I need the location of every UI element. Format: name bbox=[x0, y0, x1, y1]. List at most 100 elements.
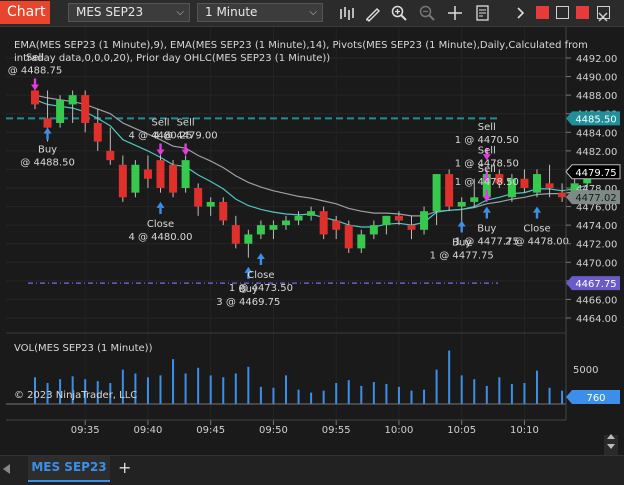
add-tab-button[interactable]: + bbox=[118, 458, 131, 477]
volume-bar bbox=[159, 375, 162, 404]
volume-bar bbox=[536, 370, 538, 404]
price-chart[interactable]: Buy @ 4488.50 Close 4 @ 4480.00 Buy 3 @ 4469.… bbox=[0, 27, 624, 484]
candle-body bbox=[307, 211, 316, 216]
candle-body bbox=[382, 215, 391, 226]
minimize-button[interactable] bbox=[536, 6, 549, 19]
time-tick-label: 09:45 bbox=[196, 425, 225, 436]
candle-body bbox=[319, 211, 328, 235]
instrument-selector[interactable]: MES SEP23 ⌵ bbox=[68, 3, 190, 22]
tab-scroll-left-icon[interactable] bbox=[0, 456, 14, 482]
interval-selector[interactable]: 1 Minute ⌵ bbox=[197, 3, 323, 22]
chevron-down-icon: ⌵ bbox=[309, 7, 317, 18]
time-tick-label: 10:10 bbox=[510, 425, 539, 436]
badge-label: 4485.50 bbox=[575, 114, 616, 125]
sell-label: 4 @ 4479.00 bbox=[154, 131, 218, 142]
time-tick-label: 10:00 bbox=[385, 425, 414, 436]
volume-bar bbox=[297, 389, 300, 404]
price-tick-label: 4476.00 bbox=[576, 203, 617, 214]
time-tick-label: 09:55 bbox=[322, 425, 351, 436]
crosshair-icon[interactable] bbox=[446, 4, 464, 22]
badge-label: 4479.75 bbox=[575, 168, 616, 179]
buy-label: Close bbox=[147, 219, 174, 230]
candle bbox=[181, 155, 190, 193]
price-tick-label: 4482.00 bbox=[576, 147, 617, 158]
price-tick-label: 4492.00 bbox=[576, 54, 617, 65]
volume-bar bbox=[172, 359, 175, 404]
price-tick-label: 4474.00 bbox=[576, 221, 617, 232]
candle-body bbox=[118, 164, 127, 198]
buy-label: 2 @ 4478.00 bbox=[505, 237, 569, 248]
candle-body bbox=[219, 201, 228, 221]
candle-body bbox=[420, 211, 429, 230]
restore-button[interactable] bbox=[556, 6, 569, 19]
instrument-value: MES SEP23 bbox=[76, 5, 144, 19]
properties-icon[interactable] bbox=[474, 4, 492, 22]
candle-body bbox=[68, 95, 77, 105]
candle-body bbox=[43, 118, 52, 128]
sell-label: Sell bbox=[177, 118, 195, 129]
price-badge-ema: 4477.02 bbox=[566, 190, 620, 205]
zoom-out-icon[interactable] bbox=[418, 4, 436, 22]
price-badge-volume: 760 bbox=[566, 390, 620, 404]
more-icon[interactable] bbox=[512, 4, 530, 22]
buy-label: @ 4488.50 bbox=[20, 158, 75, 169]
candle-body bbox=[332, 220, 341, 230]
sell-arrow-stem bbox=[33, 78, 37, 85]
sell-arrow-stem bbox=[485, 189, 488, 196]
candle-body bbox=[445, 174, 454, 207]
maximize-button[interactable] bbox=[576, 6, 589, 19]
buy-arrow-stem bbox=[259, 259, 263, 265]
price-tick-label: 4484.00 bbox=[576, 128, 617, 139]
volume-bar bbox=[197, 367, 200, 404]
volume-bar bbox=[485, 385, 488, 404]
candle-body bbox=[206, 201, 215, 207]
volume-bar bbox=[510, 383, 513, 404]
volume-bar bbox=[347, 380, 350, 404]
volume-legend: VOL(MES SEP23 (1 Minute)) bbox=[14, 343, 153, 354]
sell-arrow-stem bbox=[184, 143, 187, 150]
volume-bar bbox=[335, 383, 338, 404]
volume-bar bbox=[423, 389, 426, 404]
volume-bar bbox=[360, 385, 363, 404]
sell-label: Sell bbox=[478, 122, 496, 133]
price-tick-label: 4464.00 bbox=[576, 314, 617, 325]
price-tick-label: 4470.00 bbox=[576, 258, 617, 269]
sell-label: @ 4488.75 bbox=[8, 66, 63, 77]
interval-value: 1 Minute bbox=[205, 5, 258, 19]
volume-bar bbox=[372, 382, 375, 404]
tab-mes-sep23[interactable]: MES SEP23 bbox=[28, 456, 110, 482]
sell-label: Sell bbox=[151, 118, 169, 129]
volume-bar bbox=[561, 390, 564, 404]
volume-bar bbox=[448, 350, 451, 404]
time-tick-label: 09:35 bbox=[71, 425, 100, 436]
candle-body bbox=[169, 164, 178, 193]
candle-body bbox=[357, 234, 366, 249]
zoom-in-icon[interactable] bbox=[390, 4, 408, 22]
candle-body bbox=[533, 174, 541, 193]
volume-bar bbox=[272, 387, 275, 404]
volume-bar bbox=[310, 392, 313, 404]
volume-bar bbox=[410, 390, 413, 404]
buy-arrow-stem bbox=[460, 226, 463, 233]
bars-type-icon[interactable] bbox=[338, 4, 356, 22]
candle-body bbox=[181, 160, 190, 188]
candle-body bbox=[269, 225, 278, 230]
candle bbox=[131, 160, 140, 198]
candle bbox=[445, 169, 454, 212]
chevron-down-icon: ⌵ bbox=[176, 7, 184, 18]
candle-body bbox=[256, 225, 265, 235]
buy-arrow-stem bbox=[159, 207, 162, 214]
buy-label: 4 @ 4480.00 bbox=[128, 232, 192, 243]
candle-body bbox=[81, 95, 90, 123]
drawing-tool-icon[interactable] bbox=[364, 4, 382, 22]
close-icon bbox=[598, 12, 608, 22]
candle-body bbox=[106, 150, 115, 161]
close-button[interactable] bbox=[597, 6, 610, 22]
price-badge-pivot: 4485.50 bbox=[566, 111, 620, 126]
volume-bar bbox=[209, 375, 212, 404]
volume-bar bbox=[548, 387, 551, 404]
buy-arrow-stem bbox=[46, 133, 49, 140]
candle-body bbox=[93, 123, 102, 142]
candle-body bbox=[231, 225, 240, 244]
sell-label: 1 @ 4478.50 bbox=[455, 177, 519, 188]
